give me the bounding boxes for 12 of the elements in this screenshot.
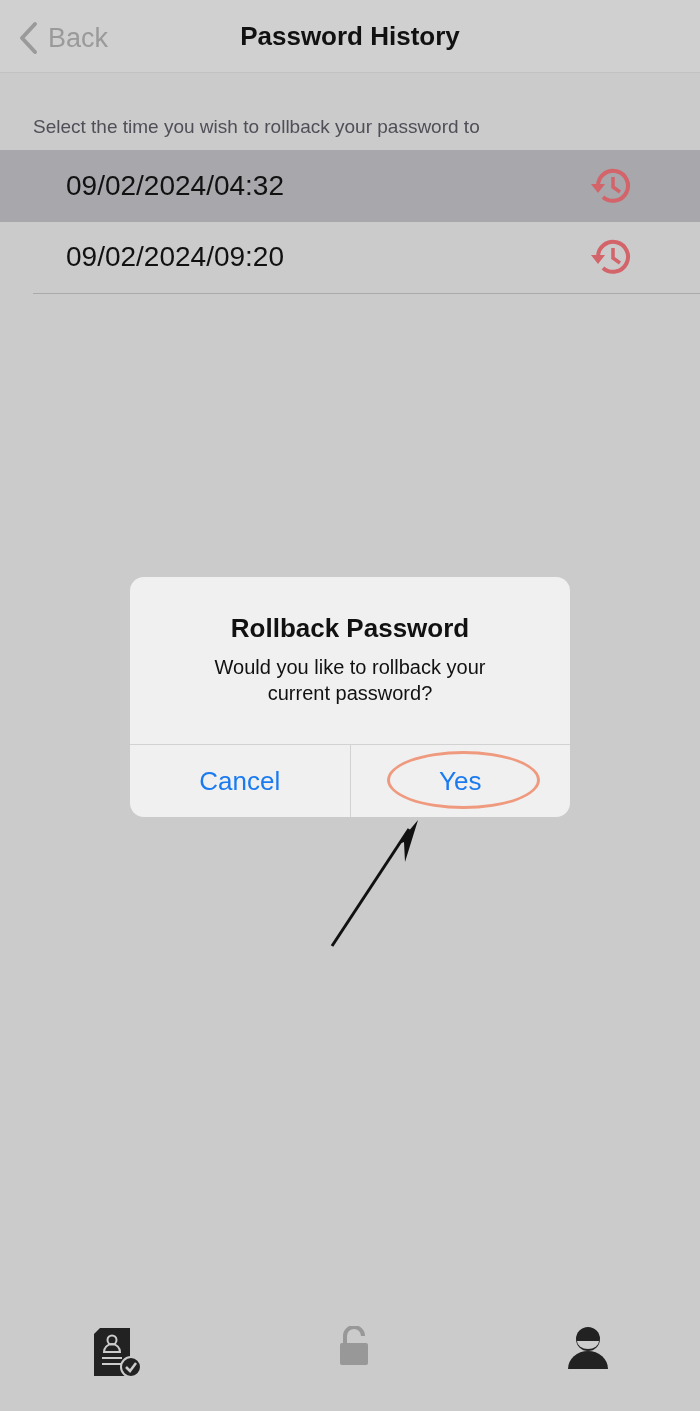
person-icon[interactable] <box>566 1326 610 1370</box>
instruction-text: Select the time you wish to rollback your password to <box>32 115 481 139</box>
dialog-button[interactable]: Yes <box>349 745 570 817</box>
dialog-button[interactable]: Cancel <box>130 745 350 817</box>
timestamp-text: 09/02/2024/04:32 <box>66 168 284 203</box>
history-row[interactable]: 09/02/2024/04:32 <box>0 149 700 222</box>
history-row[interactable]: 09/02/2024/09:20 <box>33 221 700 294</box>
dialog-title: Rollback Password <box>229 612 471 645</box>
timestamp-text: 09/02/2024/09:20 <box>66 240 284 274</box>
chevron-left-icon <box>18 21 38 56</box>
dialog-message: Would you like to rollback your current password? <box>213 655 487 706</box>
screen-title: Password History <box>240 19 460 53</box>
